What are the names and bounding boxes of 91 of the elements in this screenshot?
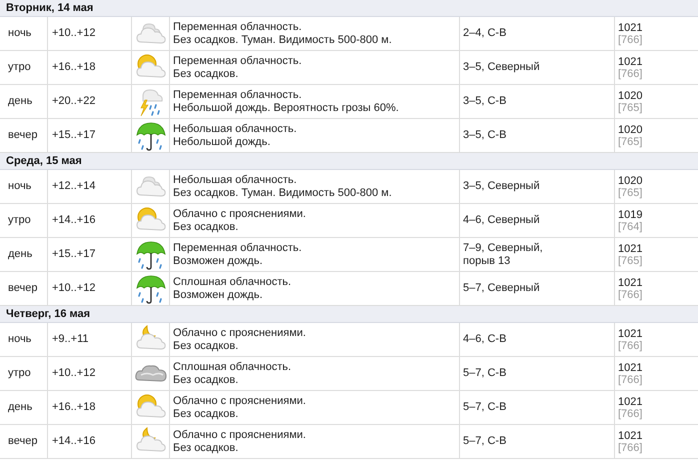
condition-text: Облачно с прояснениями. [173,326,307,340]
pressure-mmhg: [765] [618,186,644,198]
precipitation-text: Без осадков. [173,68,240,80]
wind-text: 5–7, С-В [463,401,508,414]
umbrella-rain-icon [134,240,166,270]
pressure-mmhg: [766] [618,442,644,454]
time-of-day: вечер [8,127,38,144]
time-of-day: утро [8,365,31,382]
precipitation-text: Без осадков. [173,374,240,386]
pressure-hpa: 1021 [618,362,644,374]
condition-text: Небольшая облачность. [173,122,298,136]
wind-text: 5–7, Северный [463,282,541,295]
precipitation-text: Небольшой дождь. Вероятность грозы 60%. [173,102,400,114]
temperature: +15..+17 [52,247,96,262]
pressure-hpa: 1021 [618,430,644,442]
pressure-hpa: 1020 [618,90,644,102]
condition-text: Сплошная облачность. [173,276,292,288]
pressure-mmhg: [766] [618,68,644,80]
pressure-hpa: 1021 [618,328,644,340]
day-header: Четверг, 16 мая [6,306,90,322]
precipitation-text: Без осадков. [173,408,240,420]
pressure-mmhg: [765] [618,102,644,114]
condition-text: Облачно с прояснениями. [173,394,307,408]
temperature: +16..+18 [52,400,96,416]
wind-text: 3–5, Северный [463,180,541,193]
umbrella-rain-icon [134,274,166,304]
pressure-mmhg: [764] [618,220,644,232]
pressure-hpa: 1020 [618,124,644,136]
precipitation-text: Небольшой дождь. [173,136,272,148]
time-of-day: утро [8,59,31,76]
precipitation-text: Без осадков. [173,340,240,352]
wind-text: 3–5, Северный [463,61,541,74]
time-of-day: день [8,93,32,110]
umbrella-rain-icon [134,120,166,150]
time-of-day: утро [8,212,31,229]
precipitation-text: Без осадков. Туман. Видимость 500-800 м. [173,186,393,200]
wind-text: 5–7, С-В [463,367,508,380]
condition-text: Сплошная облачность. [173,360,292,374]
temperature: +10..+12 [52,26,96,42]
pressure-mmhg: [765] [618,254,644,266]
time-of-day: ночь [8,178,32,195]
precipitation-text: Без осадков. Туман. Видимость 500-800 м. [173,34,393,46]
condition-text: Переменная облачность. [173,242,303,254]
condition-text: Облачно с прояснениями. [173,428,307,442]
time-of-day: ночь [8,331,32,348]
precipitation-text: Возможен дождь. [173,254,264,268]
pressure-hpa: 1021 [618,276,644,288]
wind-text: 3–5, С-В [463,95,508,108]
temperature: +10..+12 [52,281,96,296]
precipitation-text: Возможен дождь. [173,288,264,302]
pressure-hpa: 1020 [618,174,644,186]
condition-text: Переменная облачность. [173,88,303,102]
pressure-mmhg: [766] [618,374,644,386]
temperature: +15..+17 [52,128,96,144]
condition-text: Переменная облачность. [173,20,303,34]
pressure-hpa: 1021 [618,396,644,408]
pressure-hpa: 1021 [618,242,644,254]
wind-text: 5–7, С-В [463,435,508,448]
pressure-mmhg: [765] [618,136,644,148]
wind-text: 4–6, С-В [463,333,508,346]
pressure-hpa: 1019 [618,208,644,220]
pressure-mmhg: [766] [618,340,644,352]
temperature: +9..+11 [52,332,88,348]
day-header: Среда, 15 мая [6,154,82,169]
temperature: +20..+22 [52,94,96,110]
condition-text: Облачно с прояснениями. [173,208,307,220]
pressure-hpa: 1021 [618,22,644,34]
temperature: +10..+12 [52,366,96,382]
condition-text: Небольшая облачность. [173,174,298,186]
time-of-day: вечер [8,433,38,450]
temperature: +12..+14 [52,179,96,194]
wind-gust: порыв 13 [463,254,512,268]
time-of-day: вечер [8,280,38,297]
wind-text: 4–6, Северный [463,214,541,227]
precipitation-text: Без осадков. [173,220,240,234]
temperature: +16..+18 [52,60,96,76]
temperature: +14..+16 [52,434,96,450]
pressure-mmhg: [766] [618,408,644,420]
pressure-mmhg: [766] [618,288,644,300]
time-of-day: день [8,246,32,263]
wind-text: 3–5, С-В [463,129,508,142]
condition-text: Переменная облачность. [173,54,303,68]
precipitation-text: Без осадков. [173,442,240,454]
time-of-day: ночь [8,25,32,42]
temperature: +14..+16 [52,213,96,228]
wind-text: 7–9, Северный, [463,242,544,254]
day-header: Вторник, 14 мая [6,0,94,16]
wind-text: 2–4, С-В [463,27,508,40]
pressure-mmhg: [766] [618,34,644,46]
pressure-hpa: 1021 [618,56,644,68]
time-of-day: день [8,399,32,416]
